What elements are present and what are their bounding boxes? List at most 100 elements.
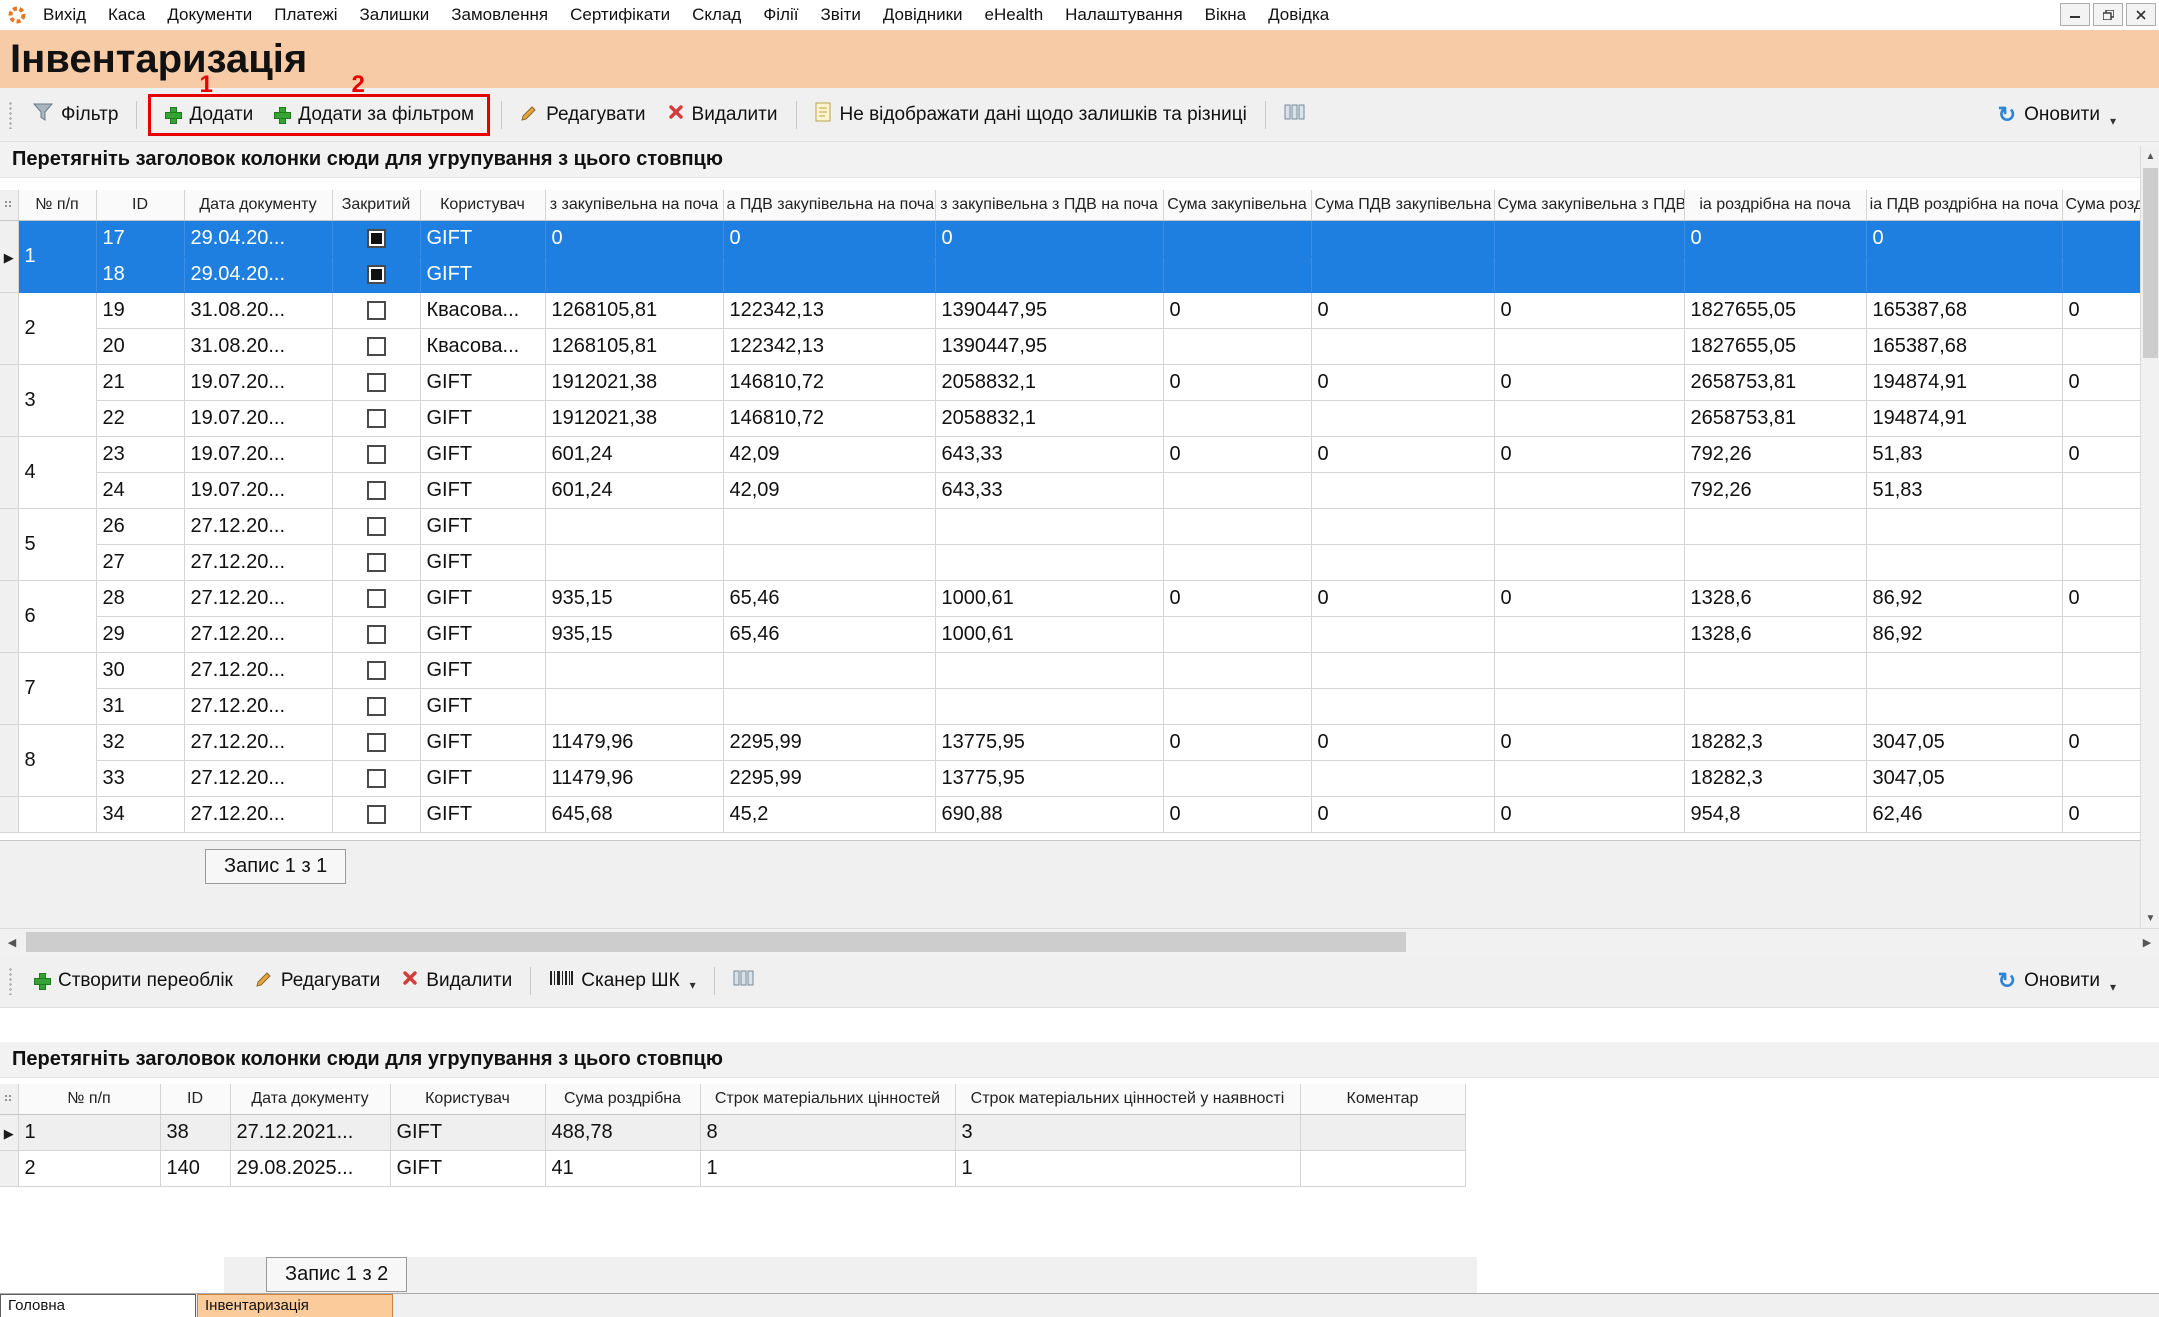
menu-item[interactable]: Платежі [263,5,348,25]
group-number-cell[interactable]: 4 [18,436,96,508]
value-cell[interactable]: 601,24 [545,436,723,472]
id-cell[interactable]: 27 [96,544,184,580]
id-cell[interactable]: 22 [96,400,184,436]
value-cell[interactable]: 0 [1163,436,1311,472]
scrollbar-thumb[interactable] [26,932,1406,952]
value-cell[interactable]: 0 [1494,436,1684,472]
toolbar-grip[interactable] [8,101,14,129]
value-cell[interactable] [1494,616,1684,652]
grid-row[interactable]: 2219.07.20...GIFT1912021,38146810,722058… [0,400,2140,436]
columns-button[interactable] [1275,97,1315,133]
value-cell[interactable]: 0 [2062,436,2140,472]
date-cell[interactable]: 29.04.20... [184,256,332,292]
value-cell[interactable]: 0 [1311,436,1494,472]
value-cell[interactable] [1494,220,1684,256]
value-cell[interactable]: 0 [1163,724,1311,760]
value-cell[interactable] [1684,256,1866,292]
grid-row[interactable]: 2419.07.20...GIFT601,2442,09643,33792,26… [0,472,2140,508]
id-cell[interactable]: 20 [96,328,184,364]
user-cell[interactable]: GIFT [420,760,545,796]
scroll-up-icon[interactable]: ▲ [2141,146,2159,166]
toolbar-grip[interactable] [8,967,14,995]
user-cell[interactable]: GIFT [420,436,545,472]
user-cell[interactable]: GIFT [420,508,545,544]
column-header[interactable]: Сума розд [2062,190,2140,220]
value-cell[interactable]: 122342,13 [723,292,935,328]
value-cell[interactable]: 1000,61 [935,580,1163,616]
retail-sum-cell[interactable]: 488,78 [545,1114,700,1150]
value-cell[interactable]: 0 [1163,580,1311,616]
value-cell[interactable] [545,688,723,724]
value-cell[interactable]: 0 [1311,724,1494,760]
value-cell[interactable] [1494,652,1684,688]
closed-cell[interactable] [332,616,420,652]
column-header[interactable]: № п/п [18,190,96,220]
value-cell[interactable]: 86,92 [1866,616,2062,652]
user-cell[interactable]: Квасова... [420,328,545,364]
num-cell[interactable]: 2 [18,1150,160,1186]
column-header[interactable]: з закупівельна на поча [545,190,723,220]
value-cell[interactable] [1494,688,1684,724]
grid-row[interactable]: 3127.12.20...GIFT [0,688,2140,724]
value-cell[interactable]: 2058832,1 [935,400,1163,436]
closed-checkbox[interactable] [367,409,386,428]
user-cell[interactable]: GIFT [390,1150,545,1186]
create-recount-button[interactable]: Створити переоблік [24,964,242,998]
closed-cell[interactable] [332,472,420,508]
value-cell[interactable]: 165387,68 [1866,292,2062,328]
id-cell[interactable]: 19 [96,292,184,328]
value-cell[interactable]: 0 [2062,580,2140,616]
value-cell[interactable]: 0 [723,220,935,256]
value-cell[interactable] [1163,400,1311,436]
tab-home[interactable]: Головна [0,1294,196,1317]
user-cell[interactable]: GIFT [420,796,545,832]
menu-item[interactable]: Звіти [809,5,871,25]
value-cell[interactable]: 0 [1311,580,1494,616]
value-cell[interactable] [1311,256,1494,292]
value-cell[interactable]: 935,15 [545,616,723,652]
closed-checkbox[interactable] [367,265,386,284]
grid-row[interactable]: ▶13827.12.2021...GIFT488,7883 [0,1114,1465,1150]
closed-cell[interactable] [332,652,420,688]
value-cell[interactable]: 0 [1866,220,2062,256]
value-cell[interactable] [1494,760,1684,796]
grid-row[interactable]: 2031.08.20...Квасова...1268105,81122342,… [0,328,2140,364]
value-cell[interactable] [1311,472,1494,508]
value-cell[interactable] [1311,400,1494,436]
closed-checkbox[interactable] [367,481,386,500]
date-cell[interactable]: 27.12.20... [184,760,332,796]
closed-checkbox[interactable] [367,445,386,464]
id-cell[interactable]: 21 [96,364,184,400]
scroll-right-icon[interactable]: ▶ [2135,929,2159,955]
closed-checkbox[interactable] [367,769,386,788]
value-cell[interactable]: 0 [1163,292,1311,328]
date-cell[interactable]: 27.12.2021... [230,1114,390,1150]
value-cell[interactable] [1163,328,1311,364]
menu-item[interactable]: Вихід [32,5,97,25]
menu-item[interactable]: Налаштування [1054,5,1194,25]
grid-row[interactable]: 214029.08.2025...GIFT4111 [0,1150,1465,1186]
value-cell[interactable] [1684,652,1866,688]
value-cell[interactable]: 194874,91 [1866,400,2062,436]
edit-button[interactable]: Редагувати [246,963,389,999]
closed-cell[interactable] [332,364,420,400]
value-cell[interactable] [1866,544,2062,580]
closed-cell[interactable] [332,796,420,832]
tab-inventory[interactable]: Інвентаризація [197,1294,393,1317]
value-cell[interactable] [1684,688,1866,724]
value-cell[interactable]: 0 [1494,292,1684,328]
column-header[interactable]: Закритий [332,190,420,220]
value-cell[interactable]: 1827655,05 [1684,292,1866,328]
value-cell[interactable] [1866,652,2062,688]
app-icon[interactable] [8,6,26,24]
value-cell[interactable] [545,652,723,688]
value-cell[interactable]: 792,26 [1684,436,1866,472]
column-header[interactable]: Строк матеріальних цінностей у наявності [955,1084,1300,1114]
value-cell[interactable] [723,544,935,580]
user-cell[interactable]: Квасова... [420,292,545,328]
closed-checkbox[interactable] [367,697,386,716]
vertical-scrollbar[interactable]: ▲ ▼ [2140,146,2159,928]
menu-item[interactable]: Залишки [349,5,441,25]
value-cell[interactable] [2062,652,2140,688]
closed-cell[interactable] [332,580,420,616]
